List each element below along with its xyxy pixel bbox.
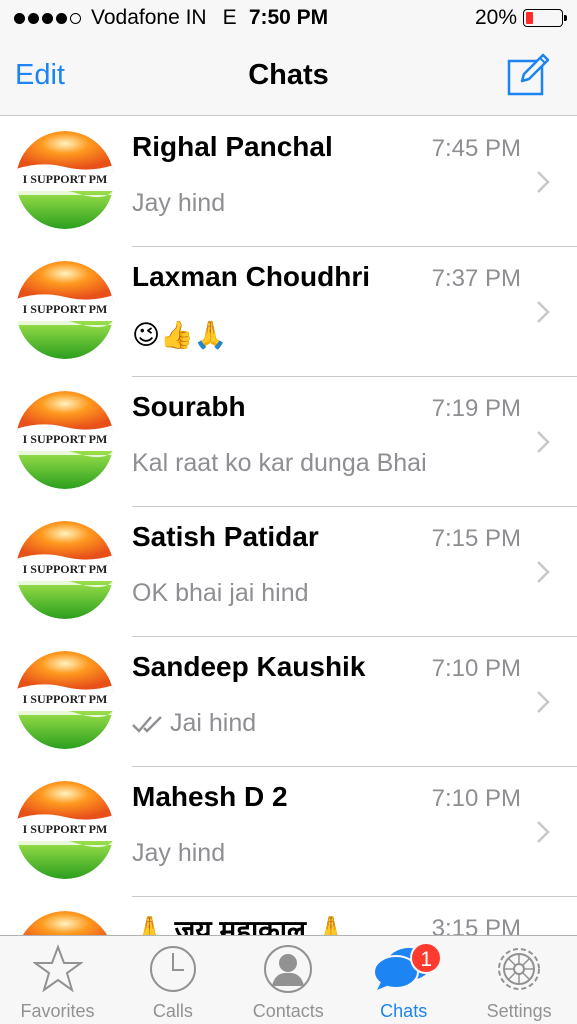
unread-badge: 1 (410, 942, 443, 974)
tab-bar: Favorites Calls Contacts 1 Chats Settings (0, 935, 577, 1024)
chevron-right-icon (537, 431, 550, 453)
tab-label: Contacts (252, 1001, 324, 1021)
battery-status: 20% (474, 6, 567, 30)
chat-message-text: Jai hind (170, 709, 257, 737)
chat-name: 🙏 जय महाकाल 🙏 (132, 915, 349, 935)
tab-favorites[interactable]: Favorites (0, 936, 115, 1024)
chat-time: 7:10 PM (431, 785, 521, 812)
avatar-caption: I SUPPORT PM (22, 432, 108, 446)
chat-message-text: Jay hind (132, 189, 226, 217)
chevron-right-icon (537, 691, 550, 713)
chat-name: Righal Panchal (132, 131, 333, 162)
status-bar: Vodafone IN E 7:50 PM 20% (0, 0, 577, 38)
navigation-bar: Edit Chats (0, 38, 577, 116)
tab-label: Calls (152, 1001, 193, 1021)
avatar: I SUPPORT PM (16, 391, 114, 489)
tab-settings[interactable]: Settings (462, 936, 577, 1024)
chat-last-message: 😉👍🙏 (132, 319, 227, 351)
chat-message-text: Kal raat ko kar dunga Bhai (132, 449, 427, 477)
compose-icon[interactable] (505, 52, 551, 98)
chat-message-text: 😉👍🙏 (132, 320, 228, 351)
avatar: I SUPPORT PM (16, 261, 114, 359)
chat-time: 7:15 PM (431, 525, 521, 552)
chat-row[interactable]: I SUPPORT PM Righal Panchal 7:45 PM Jay hin… (0, 117, 577, 247)
chat-row[interactable]: I SUPPORT PM Mahesh D 2 7:10 PM Jay hind (0, 767, 577, 897)
chat-row[interactable]: I SUPPORT PM Laxman Choudhri 7:37 PM 😉👍🙏 (0, 247, 577, 377)
chat-name: Mahesh D 2 (132, 781, 288, 812)
avatar: I SUPPORT PM (16, 131, 114, 229)
avatar-caption: I SUPPORT PM (22, 172, 108, 186)
chevron-right-icon (537, 301, 550, 323)
chat-name: Sourabh (132, 391, 246, 422)
avatar-caption: I SUPPORT PM (22, 822, 108, 836)
chat-time: 7:10 PM (431, 655, 521, 682)
tab-label: Chats (380, 1001, 428, 1021)
chevron-right-icon (537, 561, 550, 583)
chat-list[interactable]: I SUPPORT PM Righal Panchal 7:45 PM Jay hin… (0, 117, 577, 935)
tab-contacts[interactable]: Contacts (231, 936, 346, 1024)
avatar-caption: I SUPPORT PM (22, 692, 108, 706)
chevron-right-icon (537, 821, 550, 843)
avatar-caption: I SUPPORT PM (22, 302, 108, 316)
chevron-right-icon (537, 171, 550, 193)
avatar: I SUPPORT PM (16, 781, 114, 879)
chat-name: Sandeep Kaushik (132, 651, 366, 682)
chat-last-message: Jai hind (132, 709, 256, 738)
tab-calls[interactable]: Calls (115, 936, 230, 1024)
chat-last-message: Jay hind (132, 839, 225, 868)
avatar: I SUPPORT PM (16, 521, 114, 619)
chat-last-message: Jay hind (132, 189, 225, 218)
chat-time: 7:37 PM (431, 265, 521, 292)
double-check-icon (132, 715, 162, 733)
chat-time: 3:15 PM (431, 915, 521, 935)
page-title: Chats (248, 59, 329, 91)
tab-chats[interactable]: 1 Chats (346, 936, 461, 1024)
chat-row[interactable]: I SUPPORT PM Sandeep Kaushik 7:10 PM Jai hi… (0, 637, 577, 767)
chat-time: 7:45 PM (431, 135, 521, 162)
chat-last-message: OK bhai jai hind (132, 579, 309, 608)
chat-row[interactable]: I SUPPORT PM 🙏 जय महाकाल 🙏 3:15 PM (0, 897, 577, 935)
chat-message-text: OK bhai jai hind (132, 579, 309, 607)
avatar: I SUPPORT PM (16, 651, 114, 749)
battery-icon (523, 9, 567, 27)
avatar-caption: I SUPPORT PM (22, 562, 108, 576)
battery-percent: 20% (474, 6, 517, 29)
chat-name: Laxman Choudhri (132, 261, 371, 292)
chat-row[interactable]: I SUPPORT PM Satish Patidar 7:15 PM OK bhai… (0, 507, 577, 637)
tab-label: Favorites (20, 1001, 95, 1021)
chat-time: 7:19 PM (431, 395, 521, 422)
tab-label: Settings (486, 1001, 552, 1021)
chat-message-text: Jay hind (132, 839, 226, 867)
chat-name: Satish Patidar (132, 521, 319, 552)
avatar: I SUPPORT PM (16, 911, 114, 935)
chat-last-message: Kal raat ko kar dunga Bhai (132, 449, 427, 478)
chat-row[interactable]: I SUPPORT PM Sourabh 7:19 PM Kal raat ko ka… (0, 377, 577, 507)
